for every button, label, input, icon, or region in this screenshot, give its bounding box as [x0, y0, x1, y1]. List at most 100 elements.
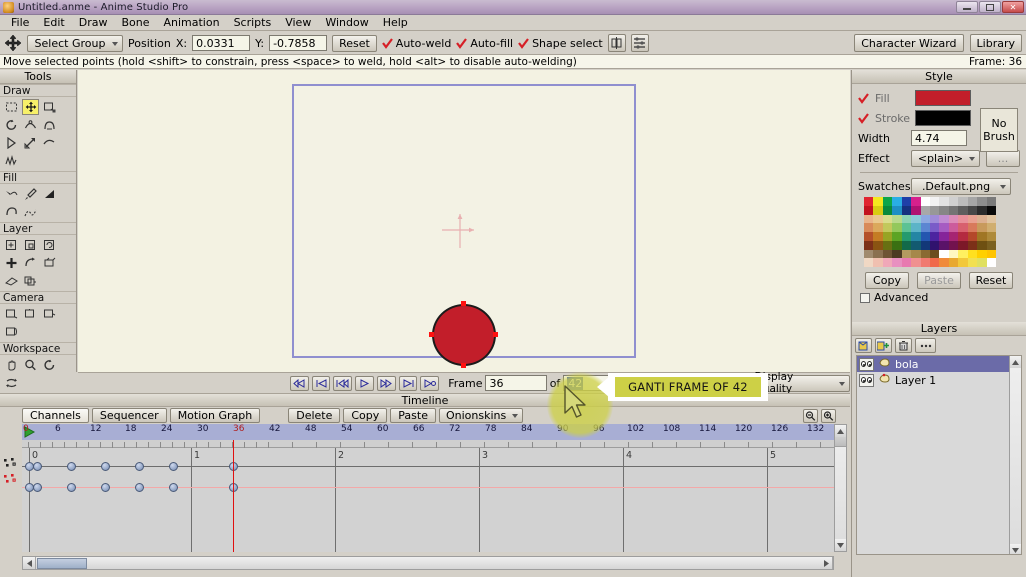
close-button[interactable]: ✕ — [1002, 1, 1024, 13]
zoom-out-icon[interactable] — [803, 408, 818, 423]
delete-edge-icon[interactable] — [3, 204, 20, 220]
rewind-to-start-icon[interactable] — [289, 375, 309, 391]
scale-points-icon[interactable] — [41, 99, 58, 115]
library-button[interactable]: Library — [969, 34, 1022, 52]
scroll-down-icon[interactable] — [835, 539, 846, 551]
zoom-camera-icon[interactable] — [22, 306, 39, 322]
paste-style-button[interactable]: Paste — [917, 272, 961, 289]
track-camera-icon[interactable] — [3, 306, 20, 322]
follow-path-icon[interactable] — [22, 273, 39, 289]
fill-color-swatch[interactable] — [915, 90, 971, 106]
color-palette[interactable] — [864, 197, 996, 267]
auto-weld-checkbox[interactable]: Auto-weld — [381, 37, 451, 50]
keyframe[interactable] — [169, 483, 178, 492]
position-y-input[interactable]: -0.7858 — [269, 35, 328, 51]
zoom-in-icon[interactable] — [821, 408, 836, 423]
menu-edit[interactable]: Edit — [36, 15, 71, 30]
menu-view[interactable]: View — [278, 15, 318, 30]
maximize-button[interactable] — [979, 1, 1001, 13]
layer-row-bola[interactable]: bola — [857, 356, 1021, 372]
noise-icon[interactable] — [3, 153, 20, 169]
keyframe[interactable] — [101, 462, 110, 471]
step-back-icon[interactable] — [333, 375, 353, 391]
step-forward-icon[interactable] — [376, 375, 396, 391]
play-icon[interactable] — [355, 375, 374, 391]
layer-row-layer-1[interactable]: Layer 1 — [857, 372, 1021, 388]
timeline-playhead[interactable] — [233, 440, 234, 552]
menu-bone[interactable]: Bone — [114, 15, 156, 30]
duplicate-layer-icon[interactable] — [875, 338, 892, 353]
control-point[interactable] — [461, 363, 466, 368]
timeline-vscrollbar[interactable] — [834, 424, 847, 552]
layer-options-icon[interactable] — [915, 338, 936, 353]
set-origin-icon[interactable] — [3, 273, 20, 289]
roll-camera-icon[interactable] — [41, 306, 58, 322]
jump-to-end-icon[interactable] — [398, 375, 418, 391]
onionskins-dropdown[interactable]: Onionskins — [438, 408, 524, 423]
red-ball-shape[interactable] — [432, 304, 496, 366]
zoom-icon[interactable] — [22, 357, 39, 373]
menu-draw[interactable]: Draw — [72, 15, 115, 30]
keyframe[interactable] — [33, 462, 42, 471]
visibility-eye-icon[interactable] — [859, 357, 874, 371]
timeline-channels-area[interactable]: 0 1 2 3 4 5 — [22, 440, 834, 552]
menu-help[interactable]: Help — [376, 15, 415, 30]
keyframe[interactable] — [67, 462, 76, 471]
copy-keys-button[interactable]: Copy — [343, 408, 388, 423]
rotate-points-icon[interactable] — [3, 117, 20, 133]
auto-fill-checkbox[interactable]: Auto-fill — [456, 37, 513, 50]
scroll-right-icon[interactable] — [820, 557, 833, 569]
scale-layer-icon[interactable] — [22, 237, 39, 253]
timeline-hscrollbar[interactable] — [22, 556, 834, 570]
swatches-dropdown[interactable]: .Default.png — [911, 178, 1011, 195]
flip-points-icon[interactable] — [607, 34, 626, 52]
timeline-ruler[interactable]: 0 6 12 18 24 30 36 42 48 54 60 66 72 78 … — [22, 424, 834, 440]
select-points-icon[interactable] — [3, 99, 20, 115]
advanced-checkbox[interactable]: Advanced — [852, 291, 1026, 304]
jump-to-start-icon[interactable] — [311, 375, 331, 391]
menu-file[interactable]: File — [4, 15, 36, 30]
tab-motion-graph[interactable]: Motion Graph — [169, 408, 261, 423]
position-x-input[interactable]: 0.0331 — [192, 35, 251, 51]
control-point[interactable] — [493, 332, 498, 337]
keyframe[interactable] — [101, 483, 110, 492]
reset-button[interactable]: Reset — [332, 34, 377, 52]
menu-animation[interactable]: Animation — [156, 15, 226, 30]
scroll-down-icon[interactable] — [1010, 544, 1021, 554]
rotate-icon[interactable] — [41, 357, 58, 373]
keyframe[interactable] — [169, 462, 178, 471]
layers-vscrollbar[interactable] — [1009, 356, 1021, 554]
translate-layer-icon[interactable] — [3, 237, 20, 253]
curvature-icon[interactable] — [41, 117, 58, 133]
copy-style-button[interactable]: Copy — [865, 272, 909, 289]
hide-edge-icon[interactable] — [22, 204, 39, 220]
loop-icon[interactable] — [420, 375, 440, 391]
scroll-up-icon[interactable] — [1010, 356, 1021, 368]
shape-select-checkbox[interactable]: Shape select — [518, 37, 603, 50]
keyframe[interactable] — [67, 483, 76, 492]
no-brush-button[interactable]: No Brush — [980, 108, 1018, 152]
layers-list[interactable]: bola Layer 1 — [856, 355, 1022, 555]
rotate-layer-x-icon[interactable] — [22, 255, 39, 271]
check-icon[interactable] — [858, 92, 869, 104]
control-point[interactable] — [429, 332, 434, 337]
line-width-icon[interactable] — [41, 135, 58, 151]
delete-layer-icon[interactable] — [895, 338, 912, 353]
character-wizard-button[interactable]: Character Wizard — [854, 34, 964, 52]
minimize-button[interactable] — [956, 1, 978, 13]
visibility-eye-icon[interactable] — [859, 373, 874, 387]
menu-window[interactable]: Window — [318, 15, 375, 30]
pan-tilt-camera-icon[interactable] — [3, 324, 20, 340]
paint-bucket-icon[interactable] — [41, 186, 58, 202]
tab-sequencer[interactable]: Sequencer — [91, 408, 167, 423]
menu-scripts[interactable]: Scripts — [227, 15, 279, 30]
reset-style-button[interactable]: Reset — [969, 272, 1013, 289]
create-shape-icon[interactable] — [3, 186, 20, 202]
paste-keys-button[interactable]: Paste — [390, 408, 436, 423]
check-icon[interactable] — [858, 112, 869, 124]
new-layer-icon[interactable] — [855, 338, 872, 353]
width-input[interactable]: 4.74 — [911, 130, 967, 146]
stroke-color-swatch[interactable] — [915, 110, 971, 126]
shear-layer-icon[interactable] — [41, 255, 58, 271]
align-points-icon[interactable] — [630, 34, 649, 52]
